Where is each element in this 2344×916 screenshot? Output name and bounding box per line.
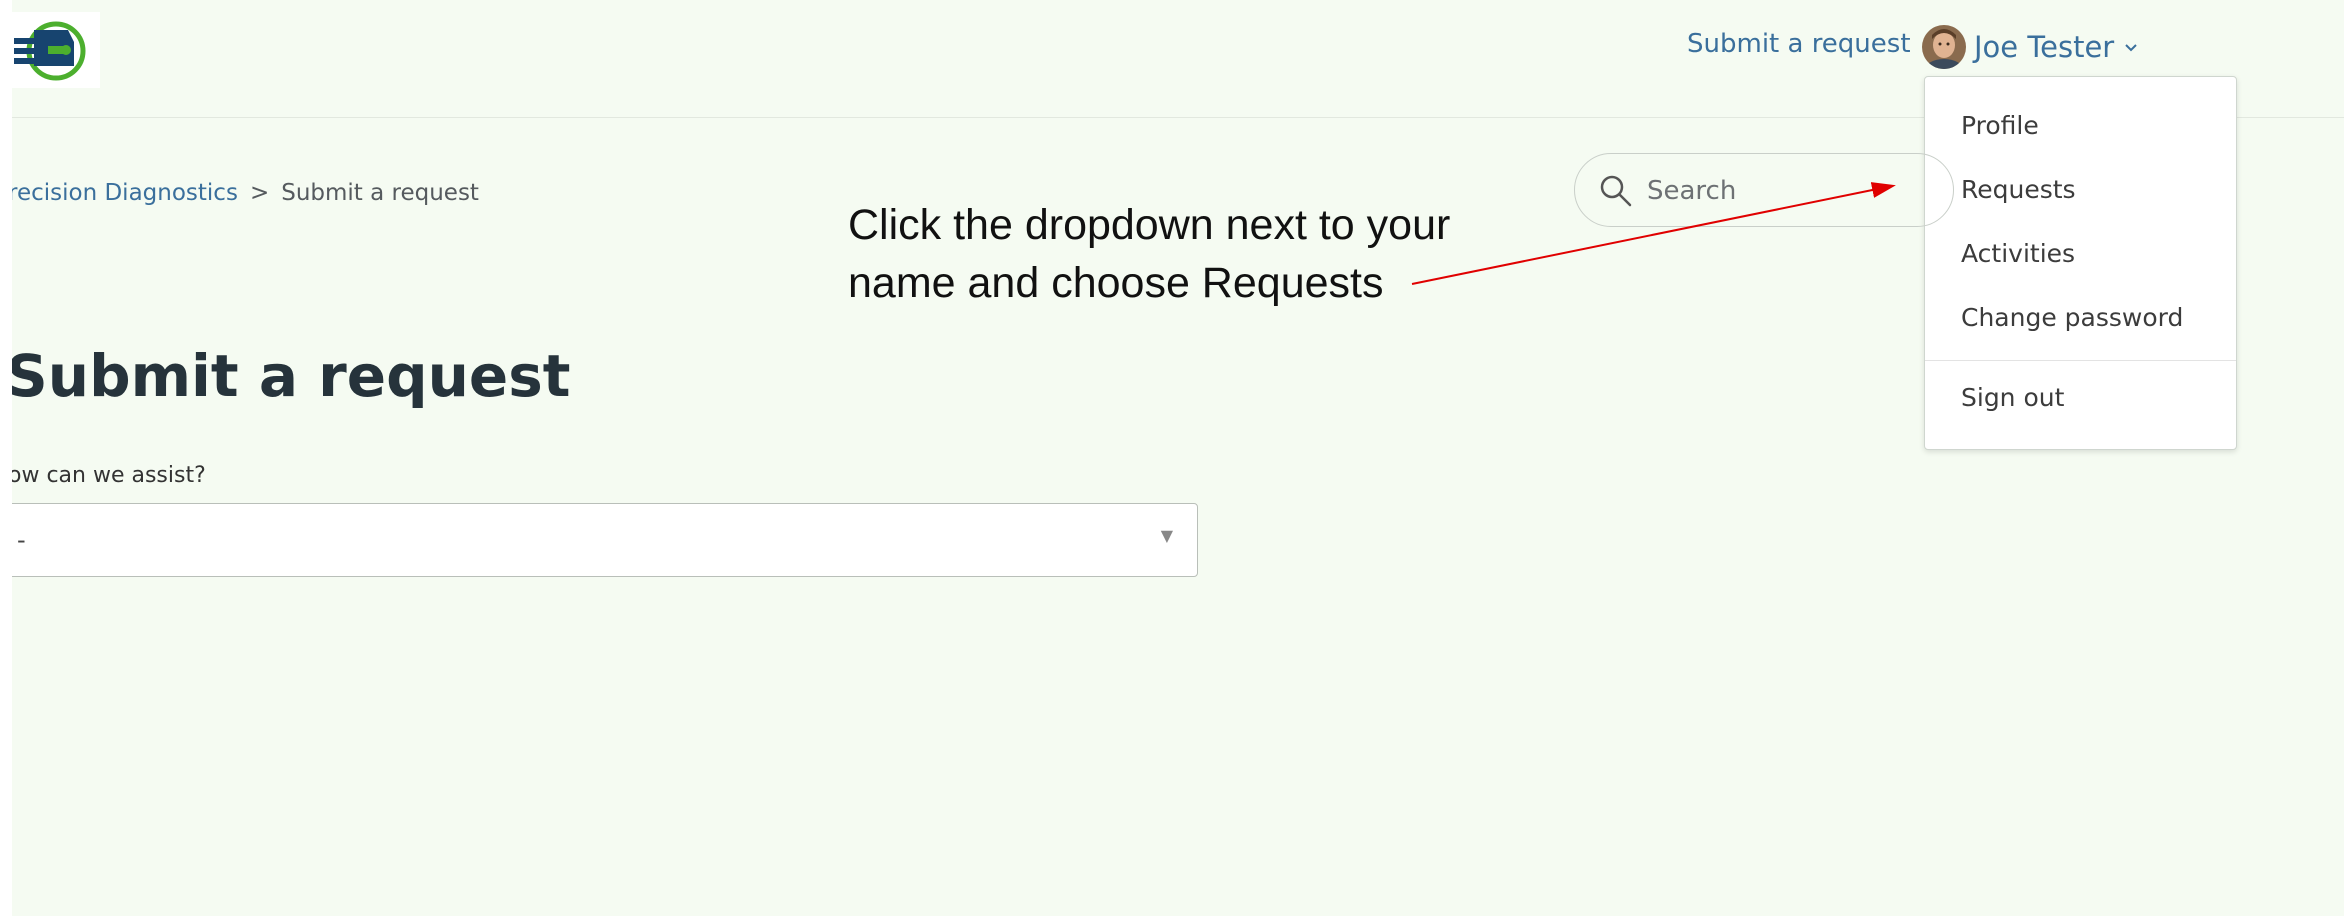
- assist-select-value: -: [17, 526, 26, 554]
- menu-item-activities[interactable]: Activities: [1961, 239, 2075, 268]
- annotation-line-2: name and choose Requests: [848, 259, 1384, 307]
- menu-item-sign-out[interactable]: Sign out: [1961, 383, 2064, 412]
- search-box[interactable]: [1574, 153, 1954, 227]
- instruction-annotation: Click the dropdown next to your name and…: [848, 196, 1528, 312]
- user-name: Joe Tester: [1974, 30, 2115, 64]
- caret-down-icon: ▼: [1160, 526, 1173, 545]
- user-menu-toggle[interactable]: Joe Tester: [1922, 22, 2138, 72]
- breadcrumb: recision Diagnostics > Submit a request: [12, 180, 479, 206]
- search-input[interactable]: [1645, 168, 1879, 214]
- menu-item-requests[interactable]: Requests: [1961, 175, 2076, 204]
- breadcrumb-home-link[interactable]: recision Diagnostics: [12, 180, 238, 206]
- chevron-down-icon: [2124, 38, 2138, 57]
- assist-select[interactable]: - ▼: [12, 503, 1198, 577]
- menu-item-profile[interactable]: Profile: [1961, 111, 2039, 140]
- annotation-line-1: Click the dropdown next to your: [848, 201, 1451, 249]
- menu-item-change-password[interactable]: Change password: [1961, 303, 2183, 332]
- user-dropdown-menu: Profile Requests Activities Change passw…: [1924, 76, 2237, 450]
- page: Submit a request Joe Tester Profile Requ…: [12, 0, 2344, 916]
- submit-request-link[interactable]: Submit a request: [1687, 29, 1911, 59]
- breadcrumb-current: Submit a request: [281, 180, 479, 206]
- avatar: [1922, 25, 1966, 69]
- page-title: Submit a request: [12, 342, 571, 410]
- logo[interactable]: [12, 12, 100, 88]
- menu-divider: [1925, 360, 2236, 361]
- search-icon: [1600, 175, 1632, 207]
- assist-field-label: ow can we assist?: [12, 463, 206, 488]
- car-diagnostics-logo-icon: [14, 21, 86, 81]
- breadcrumb-separator: >: [249, 180, 270, 206]
